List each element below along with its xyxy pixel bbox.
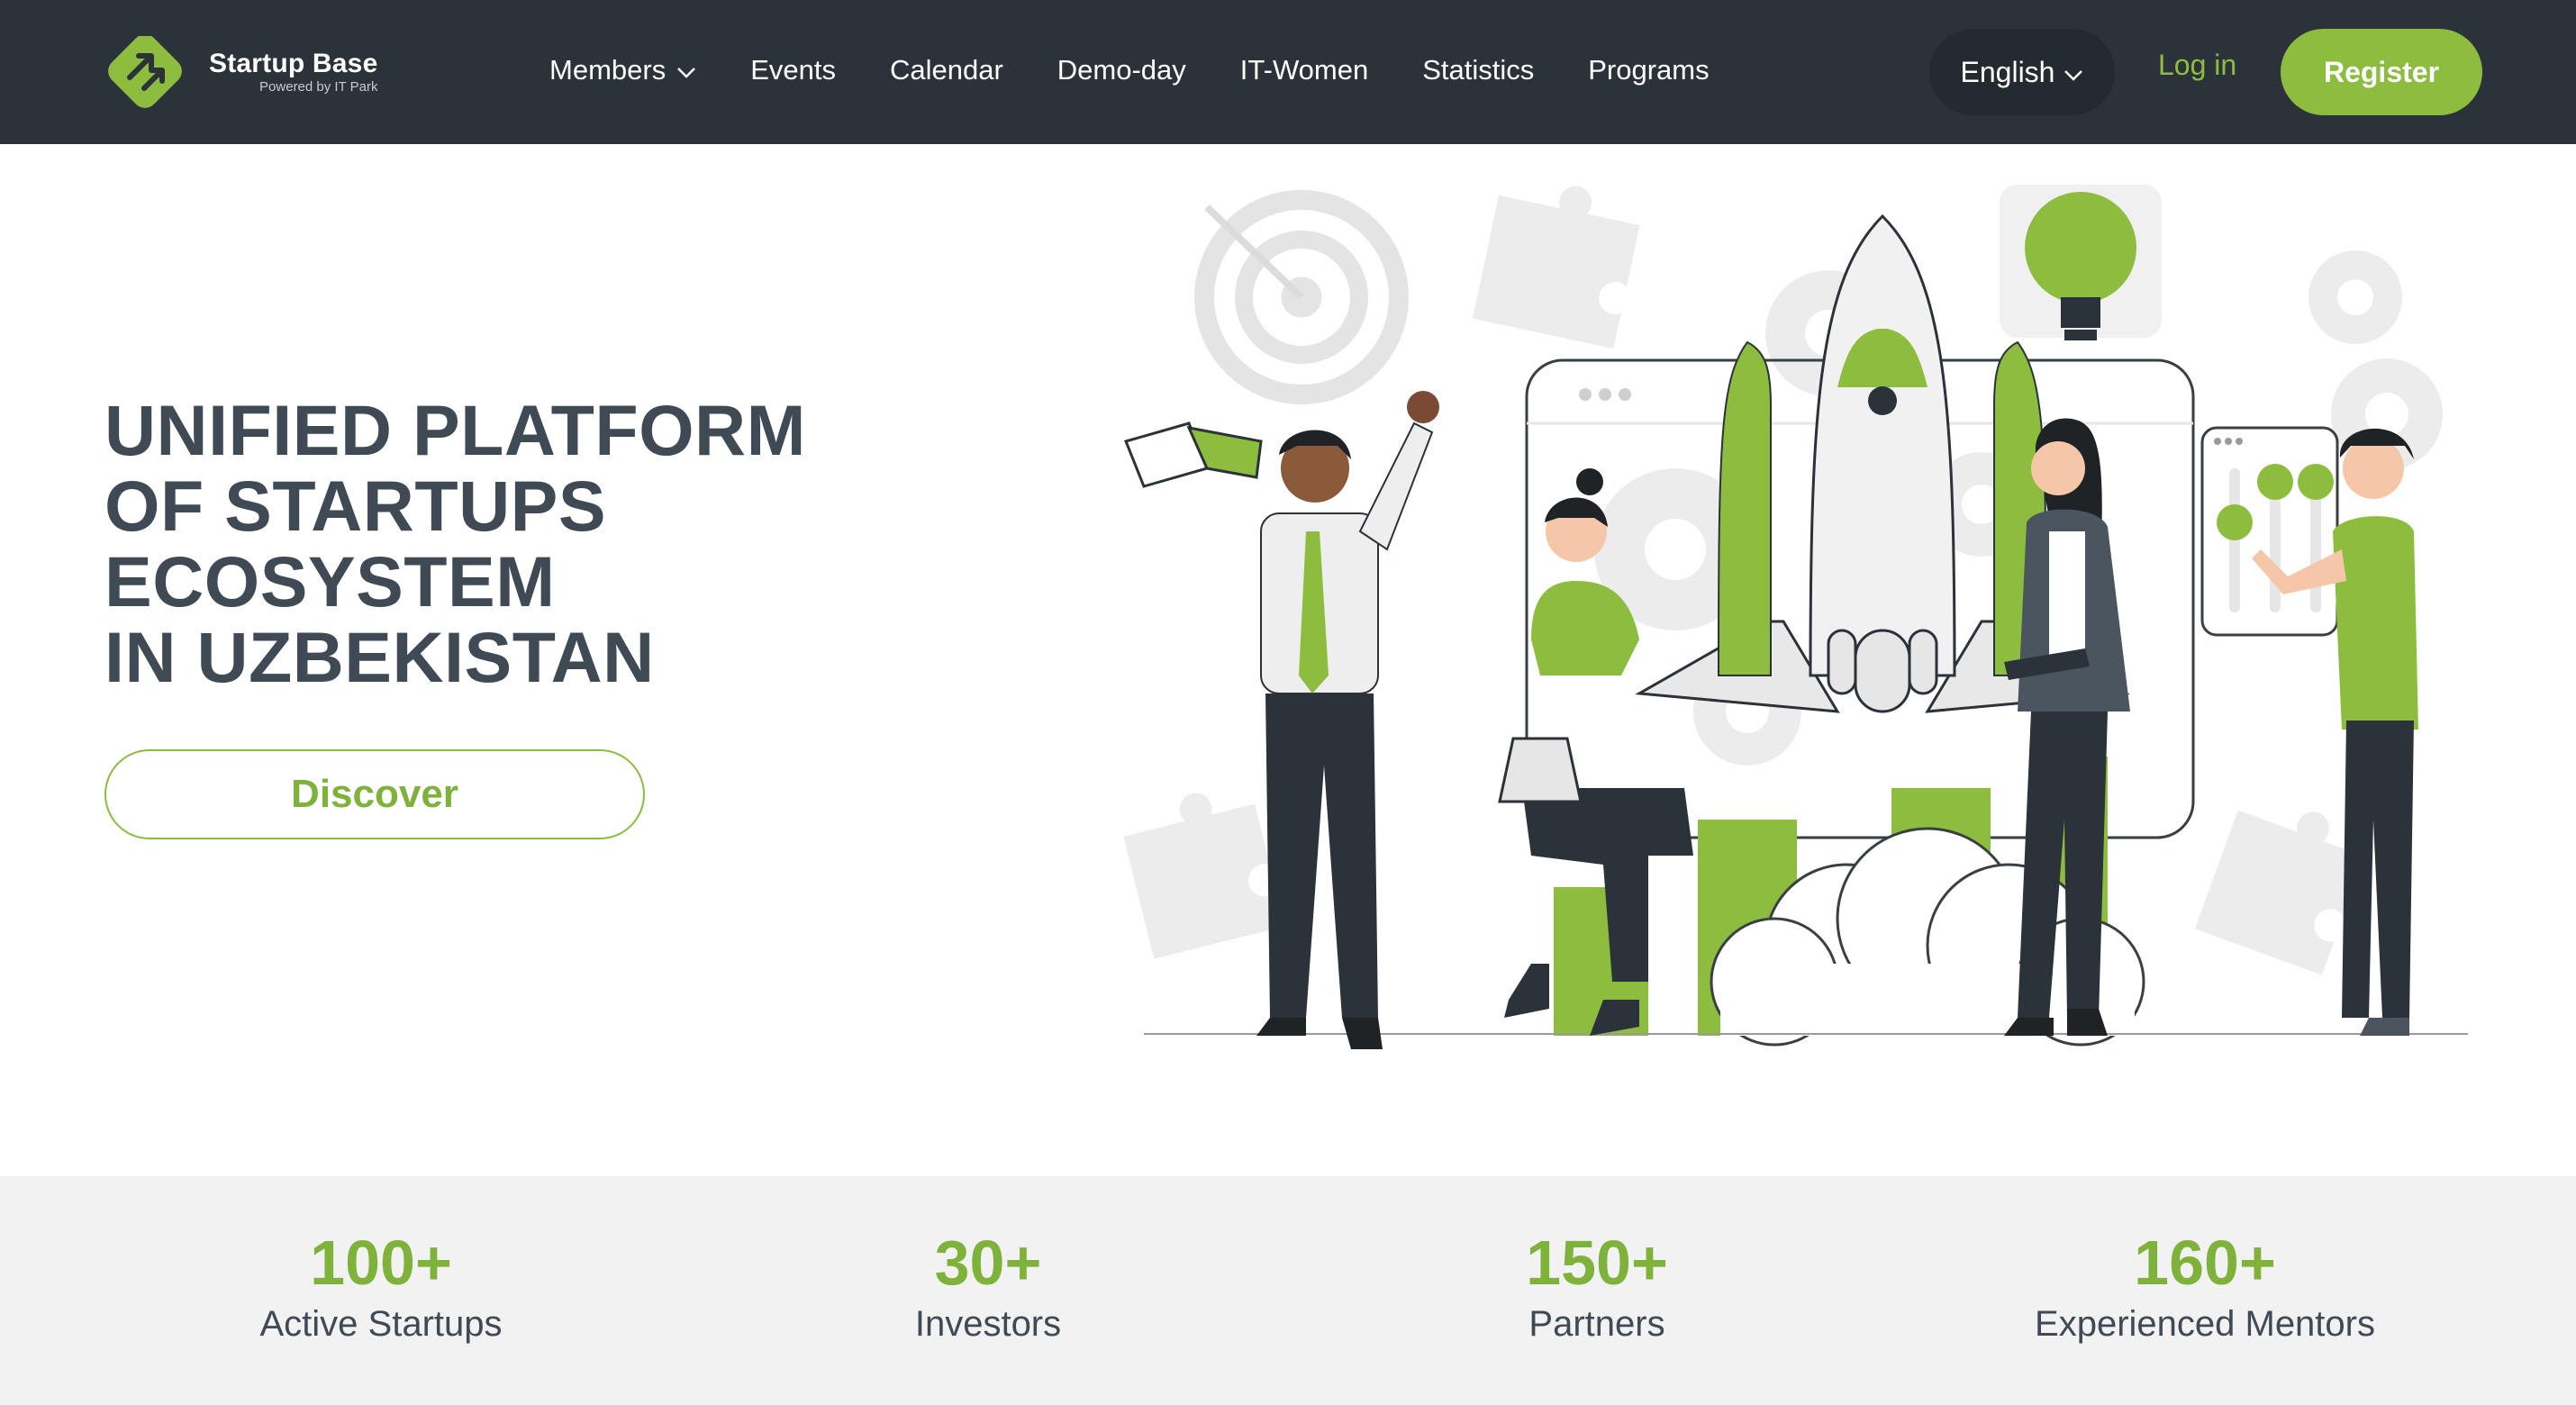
logo[interactable]: Startup Base Powered by IT Park: [103, 36, 377, 108]
nav-demo-day[interactable]: Demo-day: [1057, 54, 1186, 86]
nav-events[interactable]: Events: [750, 54, 836, 86]
slider-panel-decoration: [2200, 426, 2339, 637]
nav-it-women[interactable]: IT-Women: [1240, 54, 1368, 86]
chevron-down-icon: [2064, 56, 2083, 89]
logo-tagline: Powered by IT Park: [259, 79, 378, 95]
discover-button[interactable]: Discover: [104, 749, 645, 839]
nav-programs[interactable]: Programs: [1588, 54, 1709, 86]
hero-title-line: UNIFIED PLATFORM: [104, 390, 806, 470]
lightbulb-icon: [2000, 185, 2162, 340]
logo-icon: [103, 36, 193, 108]
language-selector[interactable]: English: [1929, 29, 2115, 115]
stat-item: 160+ Experienced Mentors: [1953, 1225, 2457, 1346]
hero-title-line: IN UZBEKISTAN: [104, 617, 655, 697]
hero-illustration: [1063, 171, 2486, 1063]
nav-statistics[interactable]: Statistics: [1422, 54, 1534, 86]
main-nav: Members Events Calendar Demo-day IT-Wome…: [549, 47, 1764, 94]
login-link[interactable]: Log in: [2158, 49, 2236, 82]
stat-label: Active Startups: [259, 1304, 503, 1344]
hero-title-line: OF STARTUPS: [104, 466, 607, 546]
hero-title: UNIFIED PLATFORM OF STARTUPS ECOSYSTEM I…: [104, 393, 897, 695]
logo-name: Startup Base: [209, 49, 378, 78]
target-icon: [1194, 190, 1409, 404]
stat-value: 100+: [310, 1228, 452, 1298]
language-label: English: [1960, 55, 2055, 88]
stat-value: 160+: [2134, 1228, 2276, 1298]
stat-value: 30+: [934, 1228, 1042, 1298]
stat-label: Partners: [1528, 1304, 1665, 1344]
chevron-down-icon: [676, 54, 696, 86]
stat-item: 30+ Investors: [736, 1225, 1240, 1346]
stat-label: Experienced Mentors: [2035, 1304, 2375, 1344]
stats-bar: 100+ Active Startups 30+ Investors 150+ …: [0, 1176, 2576, 1405]
nav-calendar[interactable]: Calendar: [890, 54, 1003, 86]
stat-item: 100+ Active Startups: [129, 1225, 633, 1346]
top-navbar: Startup Base Powered by IT Park Members …: [0, 0, 2576, 144]
stat-item: 150+ Partners: [1345, 1225, 1849, 1346]
stat-value: 150+: [1526, 1228, 1668, 1298]
nav-members-label: Members: [549, 54, 667, 86]
register-button[interactable]: Register: [2281, 29, 2482, 115]
nav-members[interactable]: Members: [549, 54, 696, 86]
stat-label: Investors: [914, 1304, 1062, 1344]
hero-title-line: ECOSYSTEM: [104, 541, 556, 621]
